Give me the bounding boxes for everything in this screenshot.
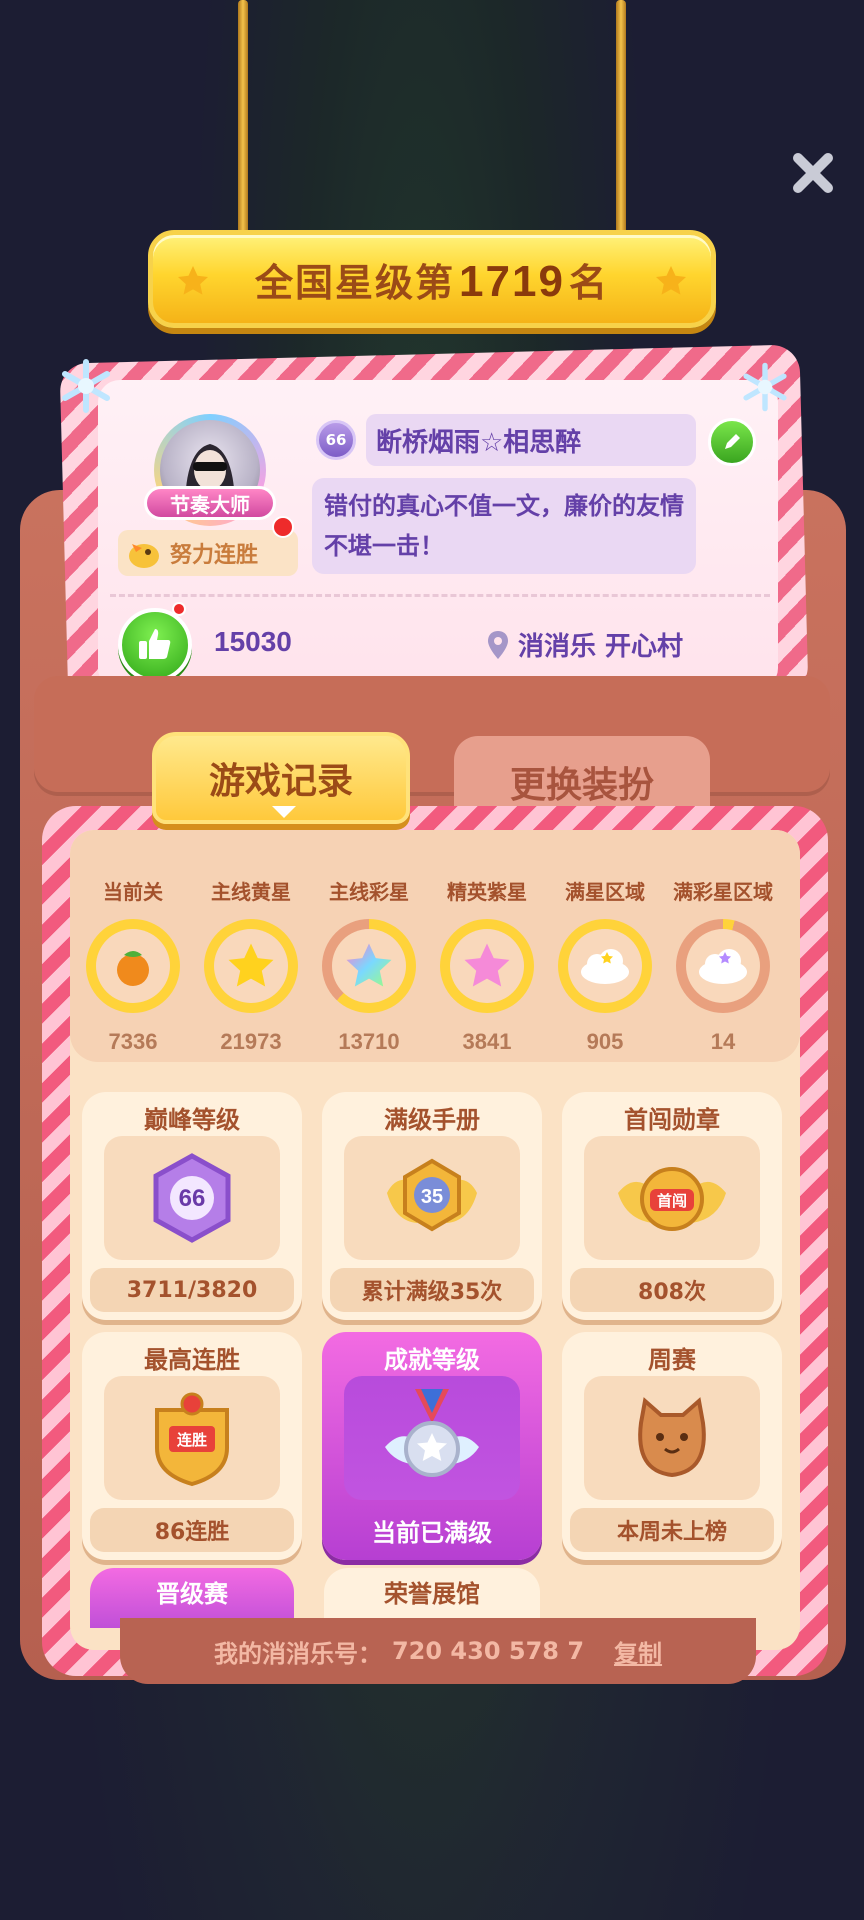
close-icon: [793, 153, 833, 193]
rainbow-star-icon: [346, 943, 392, 987]
cat-cookie-icon: [638, 1397, 706, 1478]
achievement-medal-icon: [385, 1389, 479, 1477]
player-id-label: 我的消消乐号：: [213, 1639, 382, 1668]
location-text: 消消乐 开心村: [518, 632, 684, 662]
level-badge: 66: [316, 420, 356, 460]
rank-prefix: 全国星级第: [255, 262, 456, 305]
snowflake-icon: [62, 359, 110, 413]
player-id-value: 720 430 578 7: [391, 1637, 585, 1665]
tile-title: 成就等级: [384, 1346, 480, 1374]
handbook-medal-icon: 35: [387, 1158, 477, 1232]
close-button[interactable]: [786, 146, 840, 200]
first-clear-medal-icon: 首闯: [618, 1167, 726, 1231]
tab-game-records[interactable]: 游戏记录: [152, 732, 410, 824]
notification-dot: [272, 516, 294, 538]
handbook-icon-text: 35: [421, 1186, 443, 1208]
progress-ring: [676, 919, 770, 1013]
tile-title: 最高连胜: [144, 1346, 240, 1374]
edit-button[interactable]: [708, 418, 756, 466]
pink-star-icon: [464, 943, 510, 987]
nickname: 断桥烟雨☆相思醉: [366, 414, 696, 466]
motto-text: 错付的真心不值一文，廉价的友情不堪一击！: [312, 478, 696, 574]
rank-number: 1719: [459, 256, 565, 306]
yellow-star-icon: [228, 943, 274, 987]
stat-full-rainbow-star-areas[interactable]: 满彩星区域 14: [664, 830, 782, 1062]
tile-weekly-match[interactable]: 周赛 本周未上榜: [562, 1332, 782, 1560]
records-panel: 当前关 7336 主线黄星 21973 主线彩星 13710 精英紫星 3841…: [70, 830, 800, 1650]
stat-main-yellow-stars[interactable]: 主线黄星 21973: [192, 830, 310, 1062]
stat-label: 主线黄星: [211, 880, 291, 904]
tile-title: 满级手册: [384, 1106, 480, 1134]
stat-value: 905: [586, 1029, 624, 1054]
tile-title: 巅峰等级: [144, 1106, 240, 1134]
title-badge: 节奏大师: [144, 486, 276, 520]
tile-title: 周赛: [648, 1346, 696, 1374]
tab-indicator-arrow: [272, 806, 296, 818]
location-pin-icon: [488, 630, 508, 659]
stat-label: 主线彩星: [329, 880, 409, 904]
tab-label: 游戏记录: [208, 761, 353, 802]
progress-ring: [440, 919, 534, 1013]
pencil-icon: [725, 434, 740, 449]
rainbow-cloud-icon: [699, 949, 747, 984]
stat-value: 3841: [462, 1029, 512, 1054]
player-id-bar: 我的消消乐号： 720 430 578 7 复制: [120, 1618, 756, 1684]
notification-dot: [172, 602, 186, 616]
stat-label: 满彩星区域: [673, 880, 773, 904]
tile-foot: 当前已满级: [372, 1518, 492, 1547]
star-icon: [656, 266, 686, 295]
stat-value: 7336: [108, 1029, 158, 1054]
thumbs-up-icon: [139, 629, 171, 659]
stat-elite-purple-stars[interactable]: 精英紫星 3841: [428, 830, 546, 1062]
stat-label: 精英紫星: [447, 880, 527, 904]
like-count: 15030: [214, 626, 292, 657]
cloud-icon: [581, 949, 629, 984]
progress-ring: [322, 919, 416, 1013]
tile-highest-streak[interactable]: 最高连胜 连胜 86连胜: [82, 1332, 302, 1560]
level-icon-text: 66: [179, 1185, 206, 1212]
level-hexagon-icon: 66: [153, 1153, 231, 1243]
tile-foot: 累计满级35次: [330, 1268, 534, 1312]
medal-icon-text: 首闯: [657, 1192, 687, 1210]
tile-achievement-level[interactable]: 成就等级 当前已满级: [322, 1332, 542, 1560]
snowflake-icon: [743, 362, 787, 412]
tile-max-level-handbook[interactable]: 满级手册 35 累计满级35次: [322, 1092, 542, 1320]
progress-ring: [558, 919, 652, 1013]
streak-shield-icon: 连胜: [155, 1392, 229, 1487]
rank-suffix: 名: [568, 262, 609, 305]
stat-label: 当前关: [103, 880, 163, 904]
stat-label: 满星区域: [565, 880, 645, 904]
tile-first-clear-medal[interactable]: 首闯勋章 首闯 808次: [562, 1092, 782, 1320]
stat-current-level[interactable]: 当前关 7336: [74, 830, 192, 1062]
stat-value: 13710: [338, 1029, 400, 1054]
stat-value: 21973: [220, 1029, 282, 1054]
star-icon: [178, 266, 208, 295]
tile-peak-level[interactable]: 巅峰等级 66 3711/3820: [82, 1092, 302, 1320]
tile-title: 首闯勋章: [624, 1106, 720, 1134]
like-button[interactable]: [118, 608, 192, 682]
tile-foot: 86连胜: [90, 1508, 294, 1552]
tile-foot: 本周未上榜: [570, 1508, 774, 1552]
effort-label: 努力连胜: [170, 543, 259, 568]
bird-icon: [129, 544, 159, 568]
streak-icon-text: 连胜: [177, 1431, 207, 1449]
tile-foot: 3711/3820: [90, 1268, 294, 1312]
progress-ring: [204, 919, 298, 1013]
persimmon-icon: [117, 951, 149, 986]
stats-strip: 当前关 7336 主线黄星 21973 主线彩星 13710 精英紫星 3841…: [70, 830, 800, 1062]
effort-streak-chip[interactable]: 努力连胜: [118, 530, 298, 576]
stat-main-rainbow-stars[interactable]: 主线彩星 13710: [310, 830, 428, 1062]
tile-foot: 808次: [570, 1268, 774, 1312]
rank-banner: 全国星级第 1719 名: [148, 230, 716, 328]
progress-ring: [86, 919, 180, 1013]
copy-button[interactable]: 复制: [614, 1634, 662, 1669]
stat-full-star-areas[interactable]: 满星区域 905: [546, 830, 664, 1062]
banner-rope-left: [238, 0, 248, 235]
rank-text: 全国星级第 1719 名: [255, 252, 609, 307]
location: 消消乐 开心村: [488, 626, 683, 663]
divider: [110, 594, 770, 597]
tab-label: 更换装扮: [509, 765, 654, 806]
stat-value: 14: [710, 1029, 736, 1054]
banner-rope-right: [616, 0, 626, 235]
